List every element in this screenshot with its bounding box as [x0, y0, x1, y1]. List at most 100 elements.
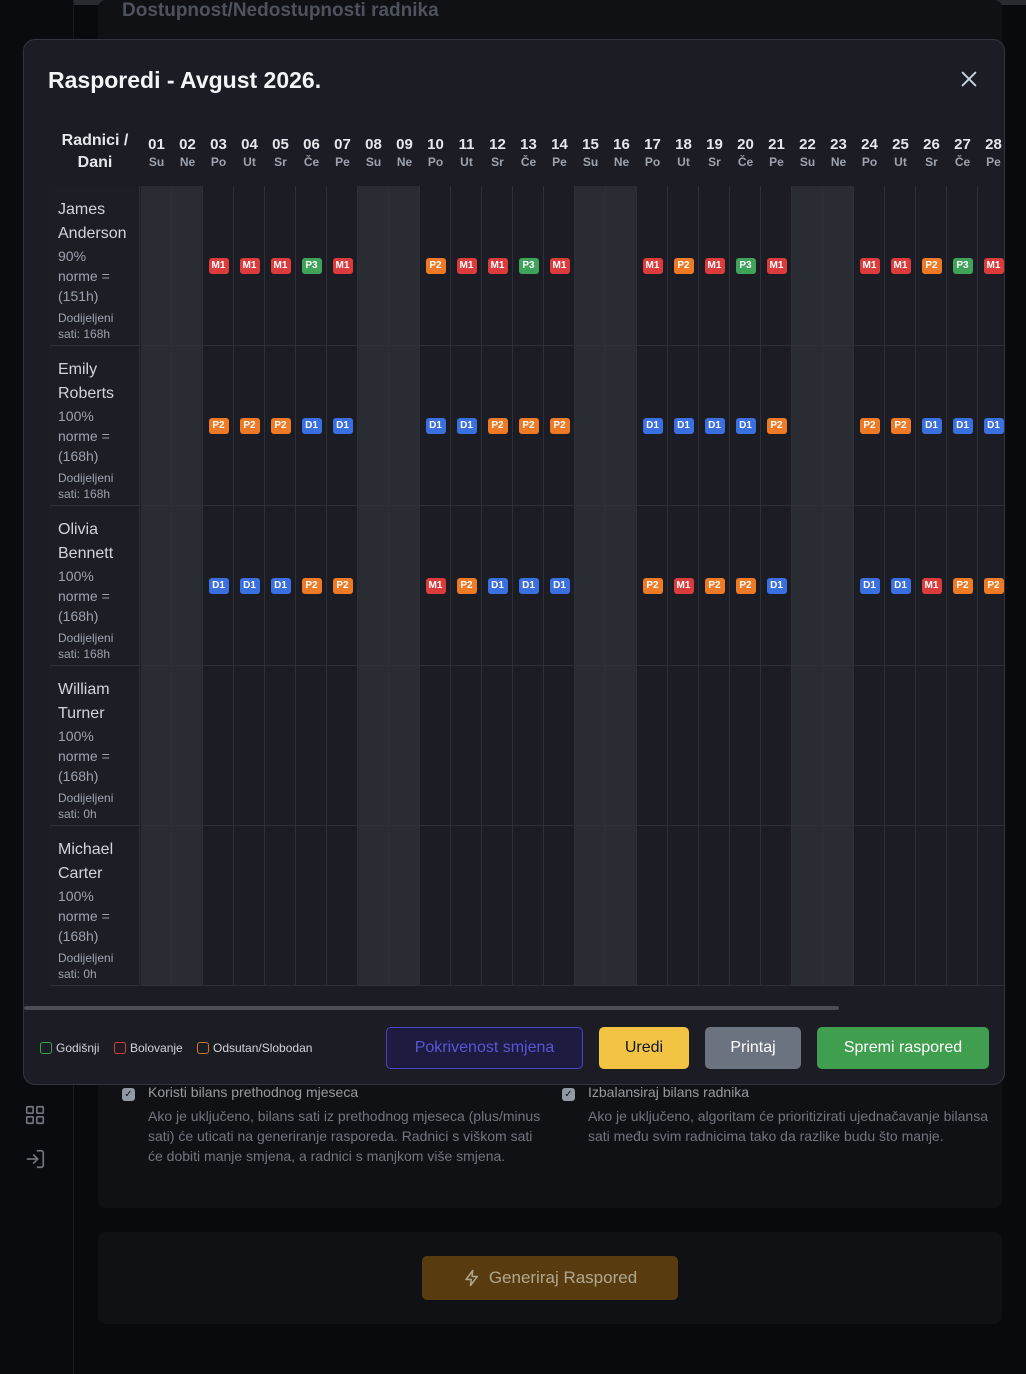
schedule-cell[interactable]	[296, 826, 327, 986]
schedule-cell[interactable]	[327, 666, 358, 826]
schedule-cell[interactable]	[141, 506, 172, 666]
shift-badge[interactable]: D1	[332, 418, 353, 434]
schedule-cell[interactable]	[730, 666, 761, 826]
schedule-cell[interactable]	[451, 666, 482, 826]
schedule-cell[interactable]	[978, 666, 1004, 826]
shift-badge[interactable]: M1	[239, 258, 260, 274]
shift-badge[interactable]: P2	[921, 258, 942, 274]
schedule-cell[interactable]	[265, 666, 296, 826]
shift-badge[interactable]: D1	[456, 418, 477, 434]
shift-badge[interactable]: D1	[673, 418, 694, 434]
shift-badge[interactable]: P2	[456, 578, 477, 594]
shift-badge[interactable]: P2	[332, 578, 353, 594]
schedule-cell[interactable]	[172, 826, 203, 986]
shift-badge[interactable]: P2	[642, 578, 663, 594]
schedule-cell[interactable]	[575, 186, 606, 346]
schedule-cell[interactable]	[730, 826, 761, 986]
shift-badge[interactable]: M1	[549, 258, 570, 274]
schedule-cell[interactable]	[265, 826, 296, 986]
schedule-cell[interactable]	[606, 346, 637, 506]
shift-badge[interactable]: M1	[704, 258, 725, 274]
shift-badge[interactable]: M1	[456, 258, 477, 274]
schedule-cell[interactable]	[668, 826, 699, 986]
schedule-cell[interactable]	[606, 506, 637, 666]
shift-badge[interactable]: M1	[890, 258, 911, 274]
shift-badge[interactable]: M1	[921, 578, 942, 594]
shift-badge[interactable]: M1	[425, 578, 446, 594]
edit-button[interactable]: Uredi	[599, 1027, 689, 1069]
shift-badge[interactable]: D1	[270, 578, 291, 594]
save-schedule-button[interactable]: Spremi raspored	[817, 1027, 989, 1069]
schedule-cell[interactable]	[916, 826, 947, 986]
schedule-cell[interactable]	[854, 826, 885, 986]
shift-badge[interactable]: P2	[239, 418, 260, 434]
shift-badge[interactable]: M1	[983, 258, 1004, 274]
schedule-cell[interactable]	[761, 826, 792, 986]
shift-badge[interactable]: P3	[735, 258, 756, 274]
schedule-cell[interactable]	[141, 346, 172, 506]
schedule-cell[interactable]	[916, 666, 947, 826]
schedule-cell[interactable]	[761, 666, 792, 826]
schedule-cell[interactable]	[389, 346, 420, 506]
shift-badge[interactable]: D1	[487, 578, 508, 594]
schedule-cell[interactable]	[854, 666, 885, 826]
shift-badge[interactable]: D1	[704, 418, 725, 434]
schedule-cell[interactable]	[606, 666, 637, 826]
schedule-cell[interactable]	[172, 666, 203, 826]
schedule-cell[interactable]	[575, 346, 606, 506]
shift-badge[interactable]: P2	[673, 258, 694, 274]
schedule-cell[interactable]	[513, 826, 544, 986]
shift-badge[interactable]: P2	[890, 418, 911, 434]
shift-badge[interactable]: M1	[487, 258, 508, 274]
shift-badge[interactable]: P2	[983, 578, 1004, 594]
schedule-cell[interactable]	[389, 186, 420, 346]
shift-badge[interactable]: P2	[425, 258, 446, 274]
shift-badge[interactable]: D1	[952, 418, 973, 434]
schedule-cell[interactable]	[203, 666, 234, 826]
schedule-cell[interactable]	[978, 826, 1004, 986]
schedule-cell[interactable]	[234, 666, 265, 826]
shift-badge[interactable]: D1	[208, 578, 229, 594]
shift-badge[interactable]: P3	[518, 258, 539, 274]
schedule-cell[interactable]	[823, 506, 854, 666]
shift-badge[interactable]: D1	[239, 578, 260, 594]
schedule-cell[interactable]	[234, 826, 265, 986]
shift-badge[interactable]: P3	[952, 258, 973, 274]
schedule-cell[interactable]	[885, 666, 916, 826]
shift-badge[interactable]: P2	[208, 418, 229, 434]
shift-badge[interactable]: M1	[332, 258, 353, 274]
schedule-cell[interactable]	[792, 506, 823, 666]
schedule-cell[interactable]	[141, 186, 172, 346]
shift-badge[interactable]: P2	[766, 418, 787, 434]
schedule-cell[interactable]	[389, 506, 420, 666]
schedule-cell[interactable]	[699, 666, 730, 826]
shift-badge[interactable]: D1	[890, 578, 911, 594]
shift-badge[interactable]: M1	[208, 258, 229, 274]
print-button[interactable]: Printaj	[705, 1027, 801, 1069]
shift-coverage-button[interactable]: Pokrivenost smjena	[386, 1027, 583, 1069]
shift-badge[interactable]: M1	[673, 578, 694, 594]
schedule-grid[interactable]: Radnici / Dani 01 Su 02 Ne 03 Po 04 Ut 05 Sr 06 Če 0…	[24, 120, 1004, 986]
schedule-cell[interactable]	[358, 826, 389, 986]
shift-badge[interactable]: M1	[270, 258, 291, 274]
shift-badge[interactable]: D1	[549, 578, 570, 594]
schedule-cell[interactable]	[947, 826, 978, 986]
schedule-cell[interactable]	[420, 666, 451, 826]
schedule-cell[interactable]	[327, 826, 358, 986]
shift-badge[interactable]: P2	[952, 578, 973, 594]
shift-badge[interactable]: D1	[642, 418, 663, 434]
schedule-cell[interactable]	[792, 346, 823, 506]
schedule-cell[interactable]	[823, 346, 854, 506]
shift-badge[interactable]: M1	[859, 258, 880, 274]
schedule-cell[interactable]	[947, 666, 978, 826]
shift-badge[interactable]: P2	[487, 418, 508, 434]
shift-badge[interactable]: D1	[859, 578, 880, 594]
schedule-cell[interactable]	[172, 186, 203, 346]
schedule-cell[interactable]	[792, 826, 823, 986]
schedule-cell[interactable]	[544, 826, 575, 986]
schedule-cell[interactable]	[575, 666, 606, 826]
schedule-cell[interactable]	[358, 186, 389, 346]
schedule-cell[interactable]	[482, 826, 513, 986]
shift-badge[interactable]: D1	[735, 418, 756, 434]
schedule-cell[interactable]	[575, 826, 606, 986]
